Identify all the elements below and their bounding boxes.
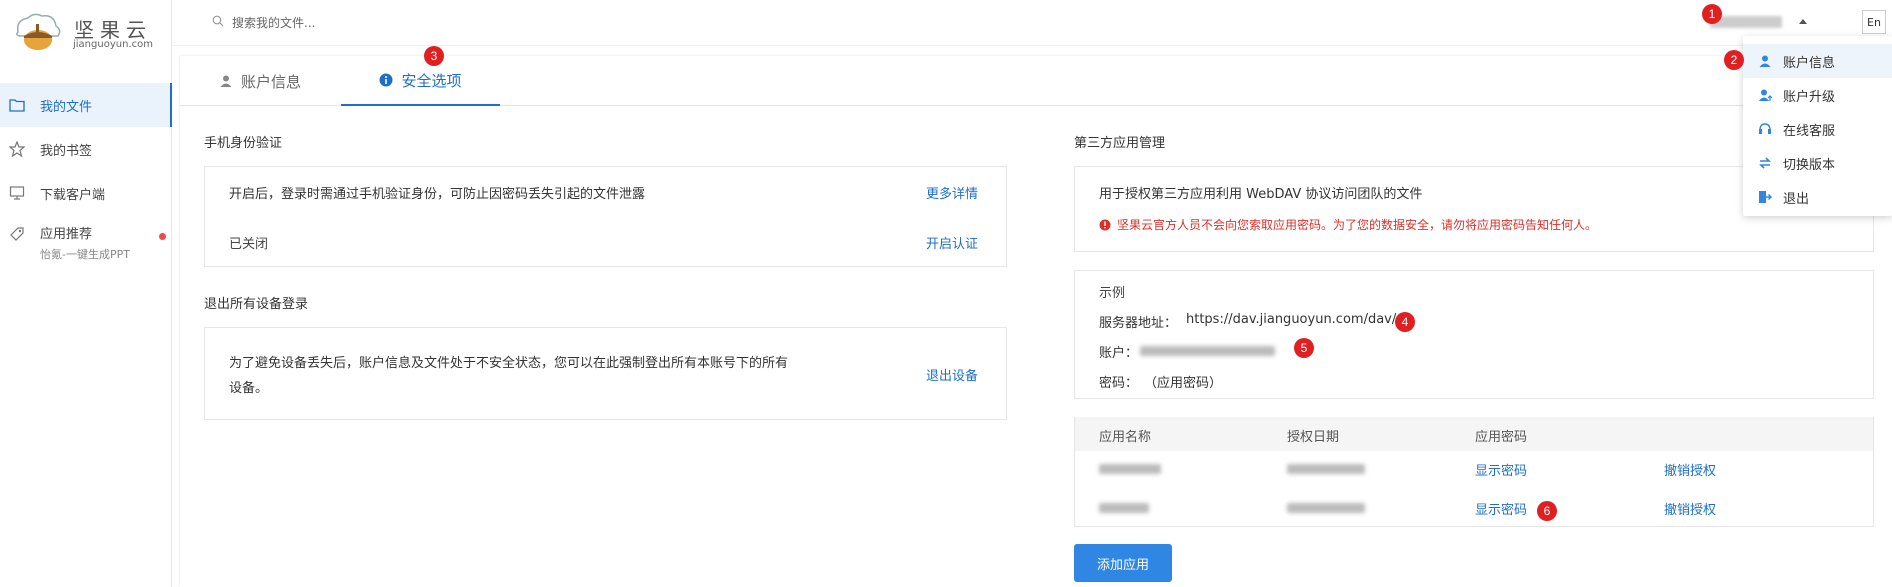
add-app-button[interactable]: 添加应用 — [1074, 544, 1172, 582]
sidebar-item-bookmarks[interactable]: 我的书签 — [0, 127, 172, 171]
third-party-title: 第三方应用管理 — [1074, 136, 1166, 151]
search-bar[interactable]: 搜索我的文件... — [212, 14, 315, 31]
enable-auth-link[interactable]: 开启认证 — [926, 233, 978, 252]
apps-table-header: 应用名称 授权日期 应用密码 — [1075, 417, 1873, 451]
security-warning: 坚果云官方人员不会向您索取应用密码。为了您的数据安全，请勿将应用密码告知任何人。 — [1099, 216, 1597, 233]
phone-auth-card — [204, 166, 1007, 267]
menu-item-label: 账户升级 — [1783, 89, 1836, 105]
annotation-marker-2: 2 — [1724, 50, 1744, 70]
logo-subtitle: jianguoyun.com — [73, 39, 153, 50]
logout-all-title: 退出所有设备登录 — [204, 297, 309, 312]
annotation-marker-5: 5 — [1294, 338, 1314, 358]
example-title: 示例 — [1099, 286, 1126, 301]
more-details-link[interactable]: 更多详情 — [926, 183, 978, 202]
phone-auth-title: 手机身份验证 — [204, 136, 283, 151]
phone-auth-status: 已关闭 — [229, 237, 269, 252]
folder-icon — [8, 96, 26, 114]
notification-dot — [159, 233, 166, 240]
user-icon — [219, 74, 233, 88]
column-app-name: 应用名称 — [1099, 430, 1152, 445]
star-icon — [8, 140, 26, 158]
password-label: 密码： — [1099, 376, 1139, 391]
sidebar-item-label: 我的书签 — [40, 143, 93, 159]
user-upgrade-icon — [1757, 87, 1773, 103]
logout-icon — [1757, 189, 1773, 205]
revoke-auth-link[interactable]: 撤销授权 — [1664, 499, 1716, 518]
search-icon — [212, 15, 224, 30]
account-label: 账户： — [1099, 346, 1139, 361]
phone-auth-description: 开启后，登录时需通过手机验证身份，可防止因密码丢失引起的文件泄露 — [229, 187, 646, 202]
annotation-marker-4: 4 — [1395, 312, 1415, 332]
tab-account-info[interactable]: 账户信息 — [180, 56, 340, 106]
menu-item-account-info[interactable]: 账户信息 — [1743, 44, 1892, 78]
logo[interactable]: 坚果云 jianguoyun.com — [12, 10, 162, 60]
language-toggle-button[interactable]: En — [1862, 10, 1886, 34]
sidebar-item-sublabel: 怡氪-一键生成PPT — [40, 248, 130, 261]
menu-item-logout[interactable]: 退出 — [1743, 180, 1892, 214]
annotation-marker-6: 6 — [1537, 501, 1557, 521]
logo-acorn-icon — [16, 13, 61, 50]
sidebar-item-label: 下载客户端 — [40, 187, 106, 203]
menu-item-online-support[interactable]: 在线客服 — [1743, 112, 1892, 146]
switch-icon — [1757, 155, 1773, 171]
column-auth-date: 授权日期 — [1287, 430, 1340, 445]
show-password-link[interactable]: 显示密码 — [1475, 499, 1527, 518]
warning-text: 坚果云官方人员不会向您索取应用密码。为了您的数据安全，请勿将应用密码告知任何人。 — [1117, 218, 1598, 232]
tab-label: 账户信息 — [240, 72, 301, 91]
auth-date-redacted — [1287, 464, 1365, 474]
annotation-marker-3: 3 — [424, 46, 444, 66]
warning-icon — [1099, 219, 1111, 231]
menu-item-switch-version[interactable]: 切换版本 — [1743, 146, 1892, 180]
search-input[interactable]: 搜索我的文件... — [232, 14, 315, 31]
monitor-icon — [8, 184, 26, 202]
menu-item-label: 退出 — [1783, 191, 1810, 207]
server-address-label: 服务器地址： — [1099, 316, 1178, 331]
show-password-link[interactable]: 显示密码 — [1475, 460, 1527, 479]
sidebar-nav: 我的文件 我的书签 下载客户端 应用推荐 怡氪-一键生成PPT — [0, 83, 172, 267]
password-value: （应用密码） — [1144, 376, 1223, 391]
annotation-marker-1: 1 — [1702, 4, 1722, 24]
sidebar-item-label: 应用推荐 — [40, 227, 93, 242]
headset-icon — [1757, 121, 1773, 137]
logout-all-description-line1: 为了避免设备丢失后，账户信息及文件处于不安全状态，您可以在此强制登出所有本账号下… — [229, 356, 789, 371]
top-bar: 搜索我的文件... En — [172, 0, 1892, 46]
app-name-redacted — [1099, 464, 1161, 474]
third-party-description: 用于授权第三方应用利用 WebDAV 协议访问团队的文件 — [1099, 187, 1423, 202]
info-icon — [379, 73, 393, 87]
tag-icon — [8, 225, 26, 243]
sidebar-item-label: 我的文件 — [40, 99, 93, 115]
revoke-auth-link[interactable]: 撤销授权 — [1664, 460, 1716, 479]
column-app-password: 应用密码 — [1475, 430, 1528, 445]
user-icon — [1757, 53, 1773, 69]
tab-label: 安全选项 — [401, 71, 462, 90]
menu-item-label: 切换版本 — [1783, 157, 1836, 173]
auth-date-redacted — [1287, 503, 1365, 513]
menu-item-label: 在线客服 — [1783, 123, 1836, 139]
logout-all-description-line2: 设备。 — [229, 381, 269, 396]
sidebar-item-app-recommend[interactable]: 应用推荐 怡氪-一键生成PPT — [0, 215, 172, 267]
menu-item-label: 账户信息 — [1783, 55, 1836, 71]
logout-all-card — [204, 327, 1007, 420]
app-window: 坚果云 jianguoyun.com 我的文件 我的书签 下载客户端 应用推荐 … — [0, 0, 1892, 587]
sidebar-item-my-files[interactable]: 我的文件 — [0, 83, 172, 127]
tab-security-options[interactable]: 安全选项 — [341, 56, 500, 106]
server-address-value: https://dav.jianguoyun.com/dav/ — [1186, 312, 1397, 327]
sidebar: 坚果云 jianguoyun.com 我的文件 我的书签 下载客户端 应用推荐 … — [0, 0, 172, 587]
logout-devices-link[interactable]: 退出设备 — [926, 365, 978, 384]
menu-item-account-upgrade[interactable]: 账户升级 — [1743, 78, 1892, 112]
sidebar-item-download-client[interactable]: 下载客户端 — [0, 171, 172, 215]
user-dropdown-menu: 账户信息 账户升级 在线客服 切换版本 退出 — [1743, 36, 1892, 216]
account-value-redacted — [1140, 346, 1275, 356]
app-name-redacted — [1099, 503, 1149, 513]
caret-up-icon[interactable] — [1799, 19, 1807, 24]
